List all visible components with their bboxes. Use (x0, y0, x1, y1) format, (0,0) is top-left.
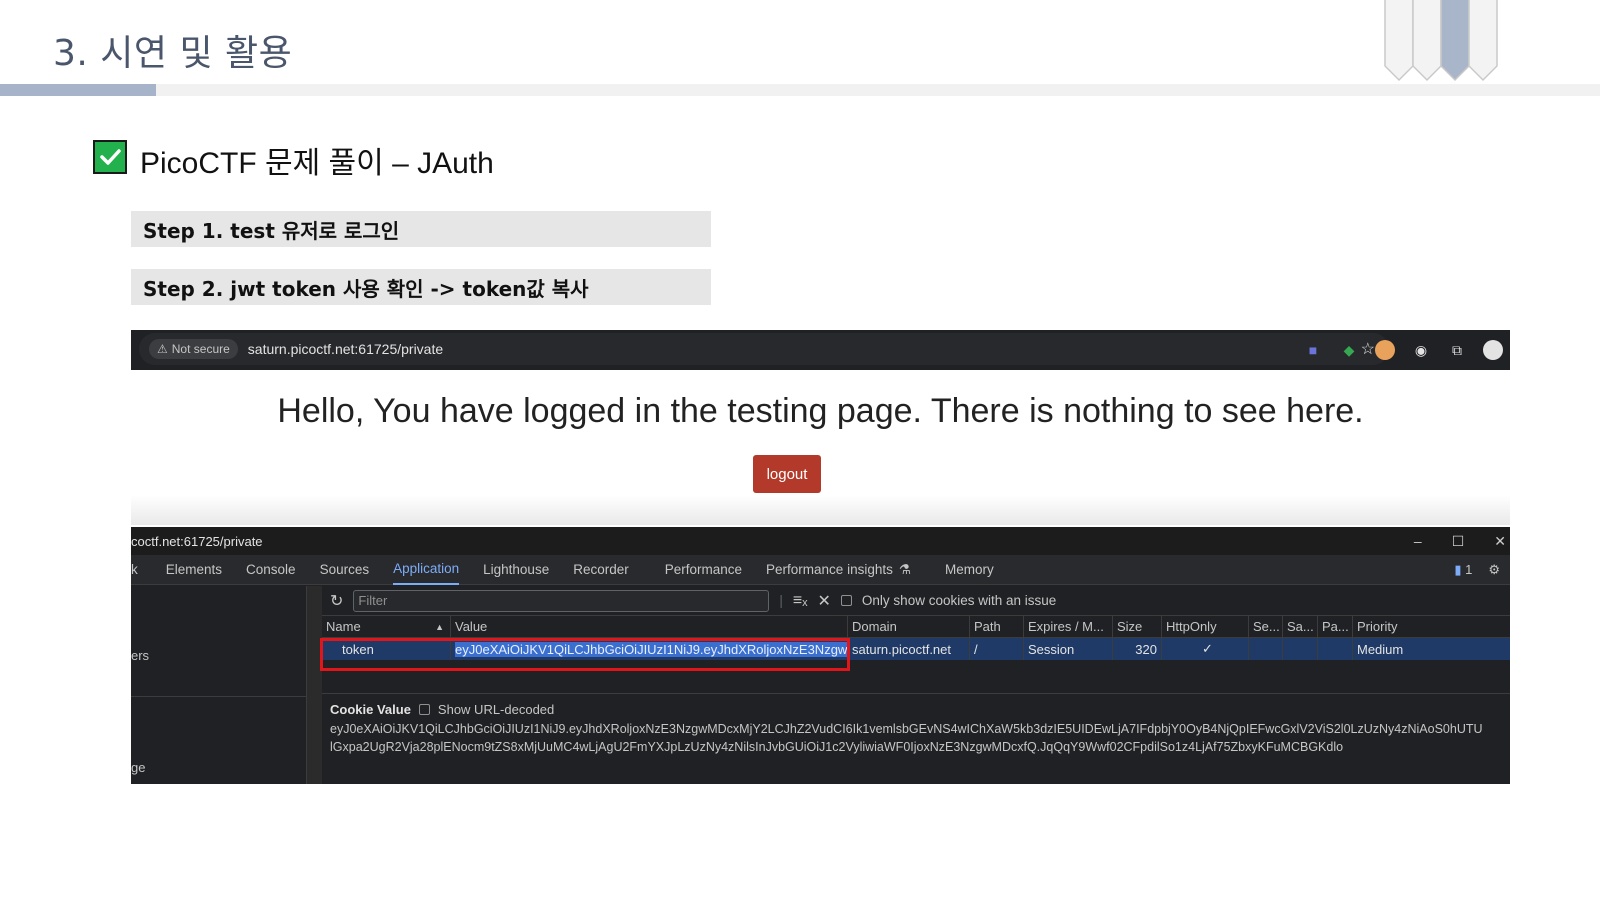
url-decoded-checkbox[interactable] (418, 703, 430, 715)
sidebar-item-partial-1[interactable]: ers (131, 648, 149, 663)
tab-console[interactable]: Console (246, 555, 296, 585)
sidebar-scrollbar[interactable] (307, 586, 322, 784)
flask-icon: ⚗ (898, 561, 911, 577)
cookie-secure-cell[interactable] (1249, 638, 1283, 660)
logout-button[interactable]: logout (753, 455, 821, 493)
tab-elements[interactable]: Elements (166, 555, 222, 585)
security-badge-label: Not secure (171, 342, 230, 356)
extension-puzzle-blue-icon[interactable]: ■ (1302, 339, 1324, 361)
tab-network-partial[interactable]: k (131, 555, 138, 585)
maximize-icon[interactable]: ☐ (1452, 533, 1465, 550)
devtools-tabs: k Elements Console Sources Application L… (131, 555, 1510, 585)
page-message: Hello, You have logged in the testing pa… (277, 392, 1364, 430)
delete-selected-icon[interactable]: ✕ (818, 591, 831, 611)
bookmark-ribbons-decoration (1384, 0, 1498, 82)
browser-address-bar: ⚠ Not secure saturn.picoctf.net:61725/pr… (131, 330, 1510, 370)
only-issues-label: Only show cookies with an issue (861, 593, 1057, 608)
cookie-priority-cell[interactable]: Medium (1353, 638, 1473, 660)
issues-count: 1 (1465, 562, 1473, 577)
header-divider (0, 84, 1600, 96)
cookies-toolbar: ↻ Filter | ≡ₓ ✕ Only show cookies with a… (322, 586, 1510, 616)
url-text: saturn.picoctf.net:61725/private (247, 341, 444, 357)
column-expires[interactable]: Expires / M... (1024, 615, 1113, 638)
devtools-right-controls: ▮ 1 ⚙ (1454, 555, 1500, 585)
cookie-value-label: Cookie Value (330, 701, 411, 717)
clear-filtered-icon[interactable]: ≡ₓ (793, 592, 808, 610)
warning-icon: ⚠ (157, 342, 168, 356)
security-badge[interactable]: ⚠ Not secure (149, 339, 238, 359)
application-sidebar: ers ge (131, 586, 307, 784)
cookie-value-line-2: lGxpa2UgR2Vja28plENocm9tZS8xMjUuMC4wLjAg… (330, 740, 1344, 754)
column-samesite[interactable]: Sa... (1283, 615, 1318, 638)
devtools-panel: coctf.net:61725/private – ☐ ✕ k Elements… (131, 527, 1510, 784)
settings-gear-icon[interactable]: ⚙ (1488, 562, 1500, 578)
profile-avatar-icon[interactable] (1482, 339, 1504, 361)
devtools-titlebar: coctf.net:61725/private – ☐ ✕ (131, 527, 1510, 555)
table-row[interactable]: token eyJ0eXAiOiJKV1QiLCJhbGciOiJIUzI1Ni… (322, 638, 1510, 660)
cookie-path-cell[interactable]: / (970, 638, 1024, 660)
cookie-value-cell[interactable]: eyJ0eXAiOiJKV1QiLCJhbGciOiJIUzI1NiJ9.eyJ… (451, 638, 848, 660)
cookie-size-cell[interactable]: 320 (1113, 638, 1162, 660)
extension-green-icon[interactable]: ◆ (1338, 339, 1360, 361)
column-size[interactable]: Size (1113, 615, 1162, 638)
table-header-row: Name ▲ Value Domain Path Expires / M... S… (322, 615, 1510, 638)
column-domain[interactable]: Domain (848, 615, 970, 638)
url-decoded-label: Show URL-decoded (437, 701, 555, 717)
check-icon (93, 140, 127, 174)
cookie-domain-cell[interactable]: saturn.picoctf.net (848, 638, 970, 660)
column-path[interactable]: Path (970, 615, 1024, 638)
refresh-icon[interactable]: ↻ (330, 591, 343, 611)
close-icon[interactable]: ✕ (1494, 533, 1506, 550)
issues-indicator[interactable]: ▮ 1 (1454, 562, 1472, 578)
sort-asc-icon: ▲ (435, 621, 444, 632)
column-partition[interactable]: Pa... (1318, 615, 1353, 638)
header-divider-accent (0, 84, 156, 96)
section-heading: PicoCTF 문제 풀이 – JAuth (140, 147, 494, 180)
sidebar-item-partial-2[interactable]: ge (131, 760, 145, 775)
slide-title: 3. 시연 및 활용 (53, 33, 293, 74)
column-value[interactable]: Value (451, 615, 848, 638)
column-secure[interactable]: Se... (1249, 615, 1283, 638)
issues-icon: ▮ (1454, 562, 1462, 577)
extension-orange-icon[interactable] (1374, 339, 1396, 361)
tab-performance-insights[interactable]: Performance insights (766, 555, 893, 585)
url-field[interactable]: ⚠ Not secure saturn.picoctf.net:61725/pr… (139, 333, 1389, 365)
cookie-samesite-cell[interactable] (1283, 638, 1318, 660)
tab-recorder[interactable]: Recorder (573, 555, 629, 585)
cookie-name-cell[interactable]: token (322, 638, 451, 660)
cookie-value-line-1: eyJ0eXAiOiJKV1QiLCJhbGciOiJIUzI1NiJ9.eyJ… (330, 722, 1483, 736)
cookie-httponly-cell[interactable]: ✓ (1162, 638, 1249, 660)
browser-screenshot: ⚠ Not secure saturn.picoctf.net:61725/pr… (131, 330, 1510, 784)
tab-performance[interactable]: Performance (665, 555, 742, 585)
cookie-expires-cell[interactable]: Session (1024, 638, 1113, 660)
tab-sources[interactable]: Sources (320, 555, 370, 585)
extensions-menu-icon[interactable]: ⧉ (1446, 339, 1468, 361)
sidebar-divider (131, 696, 307, 697)
cookies-panel: ↻ Filter | ≡ₓ ✕ Only show cookies with a… (320, 586, 1510, 784)
tab-lighthouse[interactable]: Lighthouse (483, 555, 549, 585)
cookie-value-pane: Cookie Value Show URL-decoded eyJ0eXAiOi… (322, 698, 1510, 756)
step-1-box: Step 1. test 유저로 로그인 (131, 211, 711, 247)
cookie-partition-cell[interactable] (1318, 638, 1353, 660)
column-priority[interactable]: Priority (1353, 616, 1473, 638)
cookies-table: Name ▲ Value Domain Path Expires / M... S… (320, 615, 1510, 694)
column-name[interactable]: Name ▲ (322, 615, 451, 638)
only-issues-checkbox[interactable] (840, 595, 852, 606)
toolbar-divider: | (779, 593, 783, 608)
filter-input[interactable]: Filter (353, 589, 770, 612)
extension-circle-icon[interactable]: ◉ (1410, 339, 1432, 361)
table-empty-area (322, 660, 1510, 694)
column-httponly[interactable]: HttpOnly (1162, 615, 1249, 638)
step-2-box: Step 2. jwt token 사용 확인 -> token값 복사 (131, 269, 711, 305)
devtools-window-title: coctf.net:61725/private (131, 533, 263, 549)
minimize-icon[interactable]: – (1414, 533, 1422, 549)
tab-memory[interactable]: Memory (945, 555, 994, 585)
cookie-value-selected-text: eyJ0eXAiOiJKV1QiLCJhbGciOiJIUzI1NiJ9.eyJ… (455, 641, 847, 657)
tab-application[interactable]: Application (393, 555, 460, 585)
page-fade (131, 495, 1510, 525)
extension-icons: ■ ◆ ◉ ⧉ (1302, 330, 1510, 370)
